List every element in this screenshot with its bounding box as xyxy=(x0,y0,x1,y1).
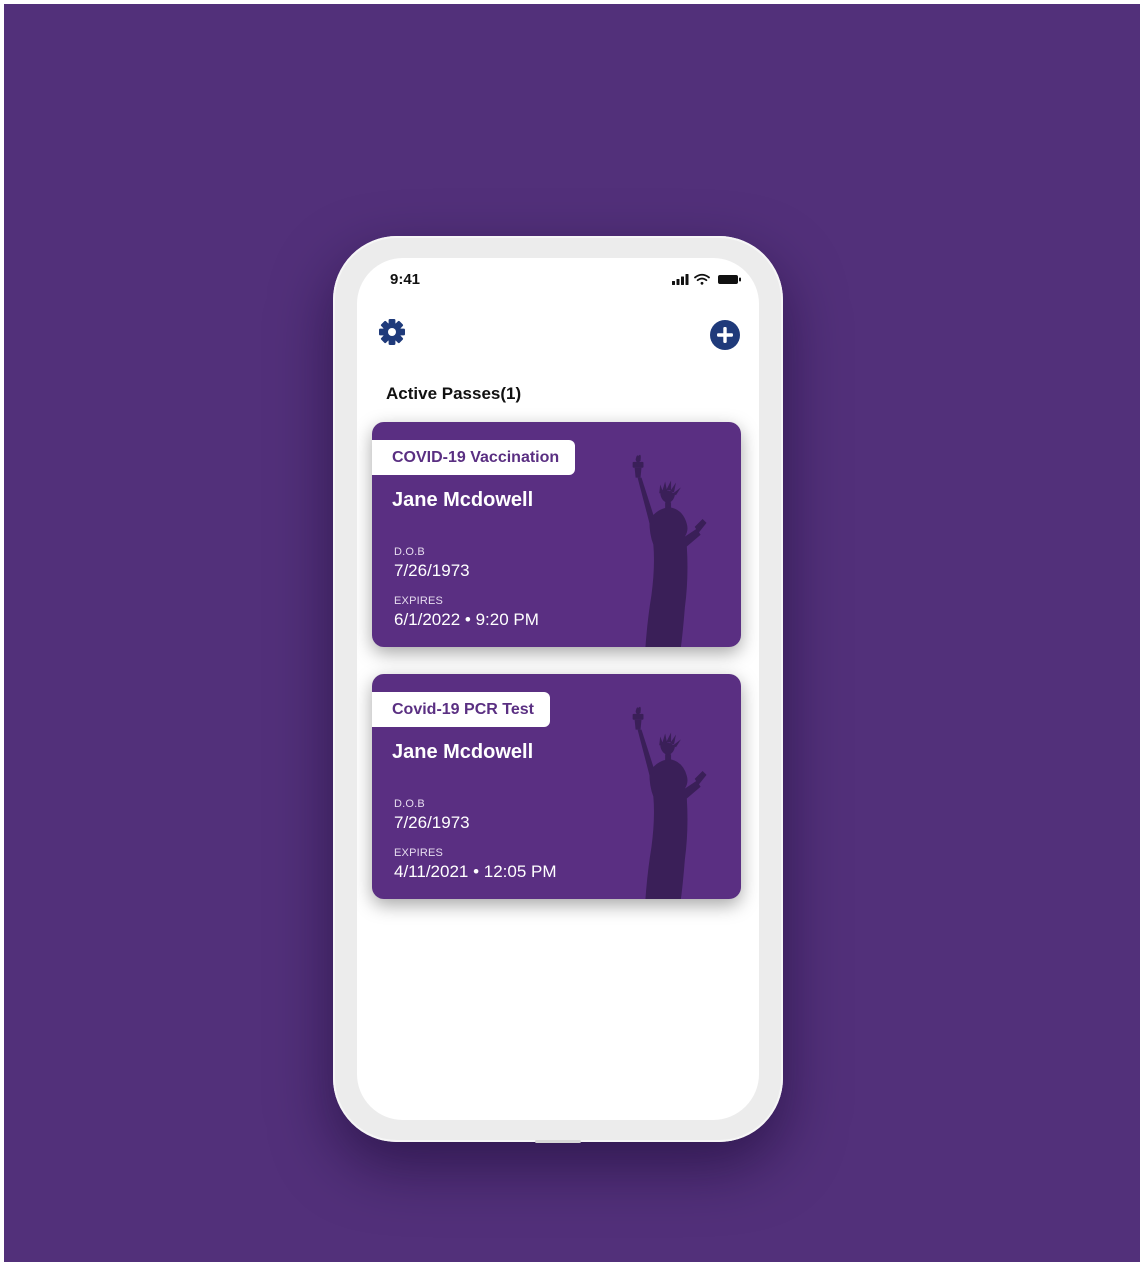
gear-icon[interactable] xyxy=(377,317,407,347)
status-time: 9:41 xyxy=(390,271,421,288)
dob-value: 7/26/1973 xyxy=(394,561,470,580)
expires-label: EXPIRES xyxy=(394,595,444,607)
dob-label: D.O.B xyxy=(394,546,425,558)
dob-label: D.O.B xyxy=(394,798,425,810)
section-title: Active Passes(1) xyxy=(386,384,522,403)
pass-holder-name: Jane Mcdowell xyxy=(392,489,534,511)
status-icons xyxy=(672,273,741,285)
expires-value: 4/11/2021 • 12:05 PM xyxy=(394,862,557,881)
pass-type-tag: Covid-19 PCR Test xyxy=(372,692,550,727)
wifi-icon xyxy=(694,273,710,285)
expires-label: EXPIRES xyxy=(394,847,444,859)
pass-card-pcr-test[interactable]: Covid-19 PCR Test Jane Mcdowell D.O.B 7/… xyxy=(372,674,741,899)
pass-type-tag: COVID-19 Vaccination xyxy=(372,440,576,475)
plus-circle-icon[interactable] xyxy=(709,319,741,351)
phone-screen: 9:41 Active Passes(1) COVID-19 Vaccinati… xyxy=(357,258,759,1120)
expires-value: 6/1/2022 • 9:20 PM xyxy=(394,610,539,629)
pass-card-vaccination[interactable]: COVID-19 Vaccination Jane Mcdowell D.O.B… xyxy=(372,422,741,647)
battery-icon xyxy=(718,275,741,284)
statue-of-liberty-icon xyxy=(632,706,707,899)
home-indicator xyxy=(535,1140,581,1143)
pass-holder-name: Jane Mcdowell xyxy=(392,741,534,763)
dob-value: 7/26/1973 xyxy=(394,813,470,832)
signal-icon xyxy=(672,274,689,285)
statue-of-liberty-icon xyxy=(632,454,707,647)
